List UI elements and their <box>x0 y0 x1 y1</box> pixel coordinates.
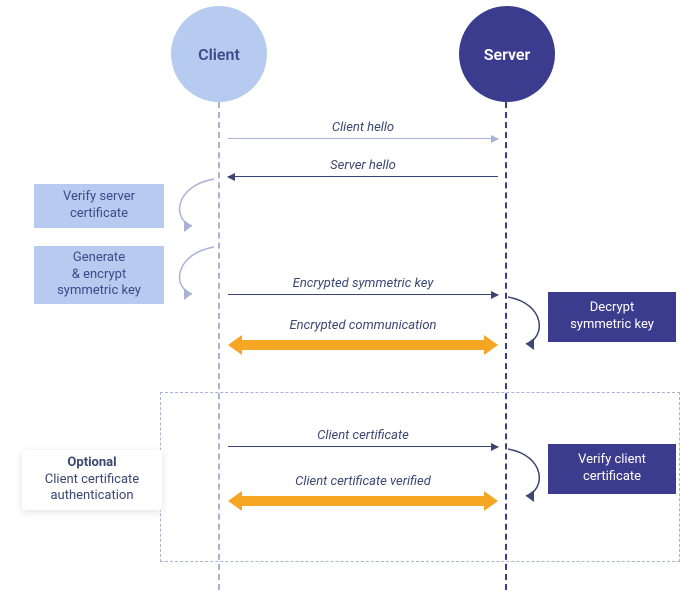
step-generate-key: Generate & encrypt symmetric key <box>34 246 164 304</box>
msg-encrypted-comm: Encrypted communication <box>228 318 498 335</box>
arrow-client-hello <box>228 138 498 139</box>
curve-verify-client <box>506 446 556 502</box>
arrow-server-hello <box>228 176 498 177</box>
server-actor: Server <box>459 6 555 102</box>
tls-handshake-diagram: Client Server Client hello Server hello … <box>0 0 700 592</box>
msg-encrypted-key: Encrypted symmetric key <box>228 276 498 293</box>
client-actor: Client <box>171 6 267 102</box>
step-verify-client-cert: Verify client certificate <box>548 444 676 494</box>
arrow-client-cert <box>228 446 498 447</box>
arrow-encrypted-comm <box>242 340 484 350</box>
step-decrypt-key: Decrypt symmetric key <box>548 292 676 342</box>
arrow-client-cert-verified <box>242 496 484 506</box>
msg-client-cert-verified: Client certificate verified <box>228 474 498 491</box>
client-label: Client <box>198 45 240 64</box>
msg-client-cert: Client certificate <box>228 428 498 445</box>
optional-label-box: Optional Client certificate authenticati… <box>22 450 162 510</box>
server-label: Server <box>484 45 531 64</box>
msg-server-hello: Server hello <box>228 158 498 175</box>
msg-client-hello: Client hello <box>228 120 498 137</box>
curve-generate-key <box>164 244 220 300</box>
curve-verify-server <box>164 176 220 232</box>
arrow-encrypted-key <box>228 294 498 295</box>
step-verify-server-cert: Verify server certificate <box>34 184 164 228</box>
curve-decrypt-key <box>506 294 556 350</box>
